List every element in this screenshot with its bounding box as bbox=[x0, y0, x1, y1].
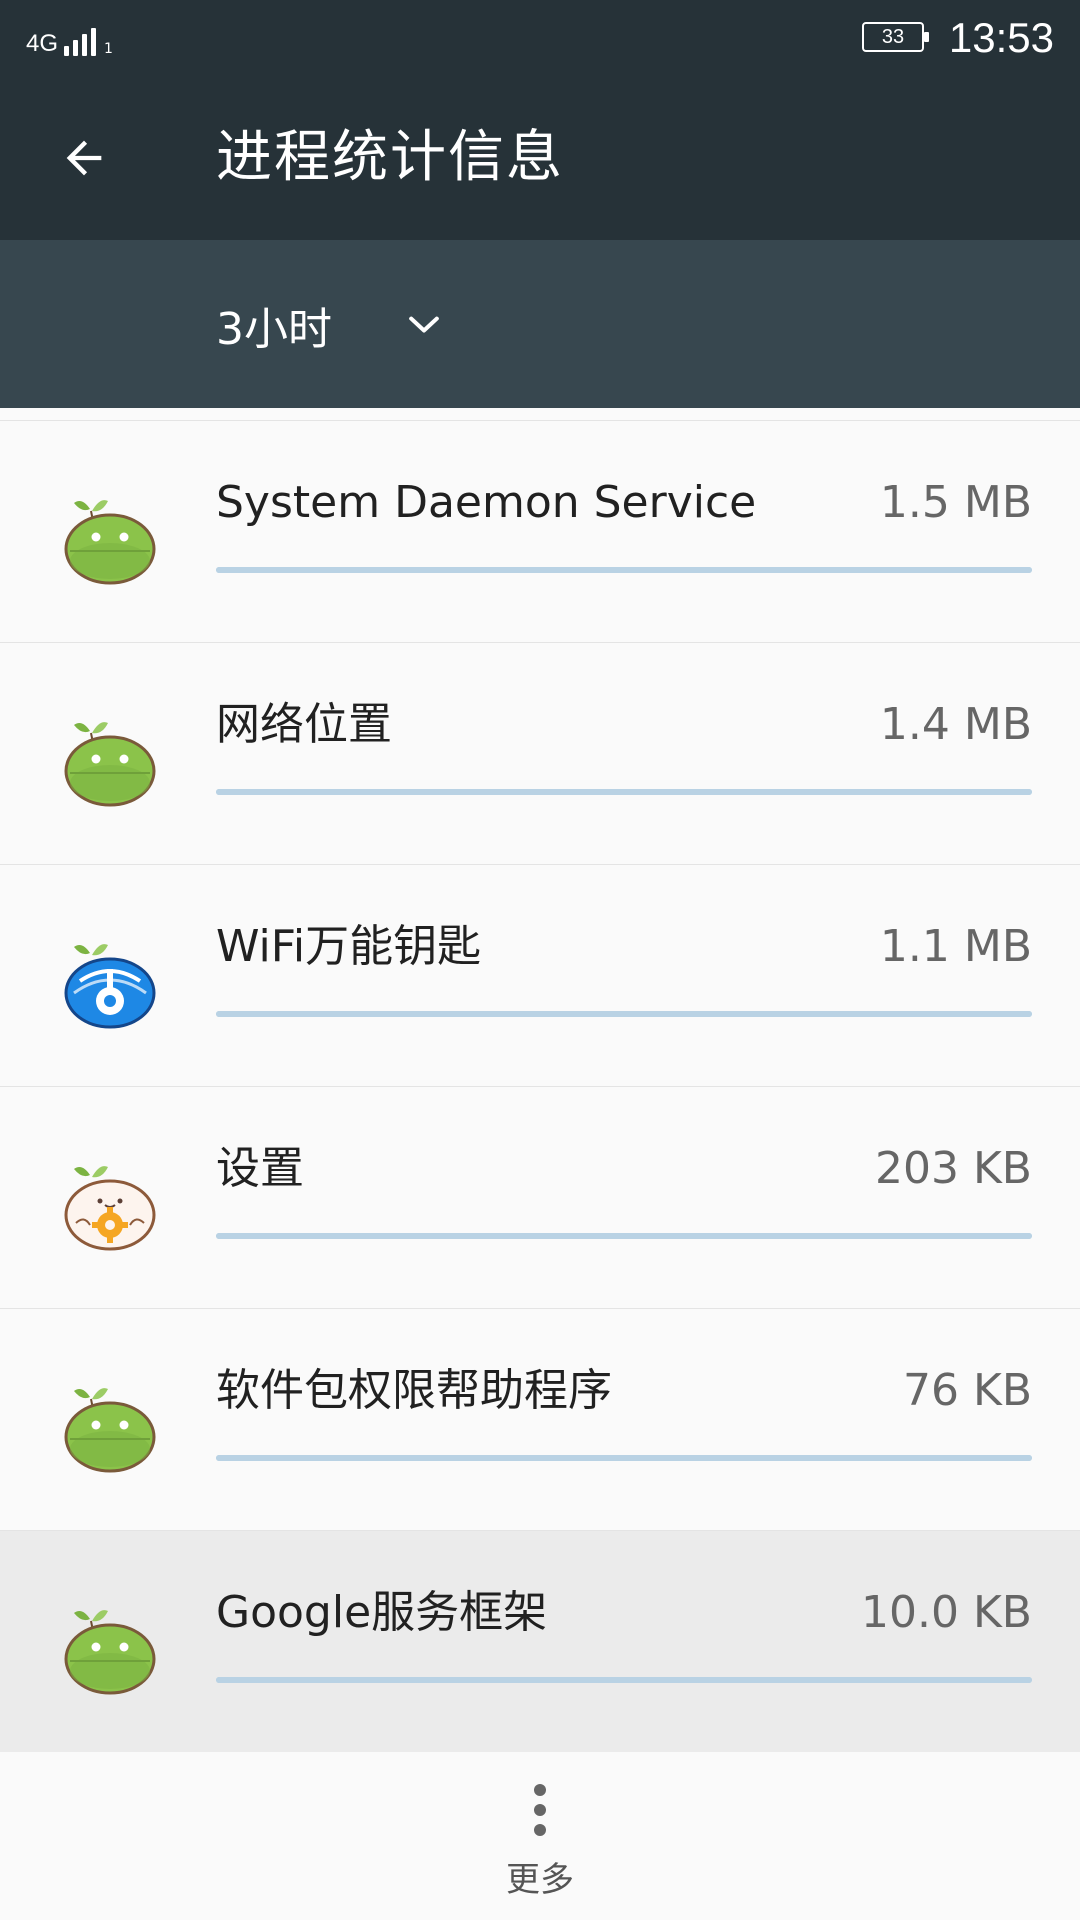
network-type-label: 4G bbox=[26, 30, 59, 57]
process-name: 设置 bbox=[216, 1143, 304, 1194]
signal-strength-icon bbox=[64, 26, 97, 56]
process-row[interactable]: Google服务框架 10.0 KB bbox=[0, 1531, 1080, 1753]
usage-bar bbox=[216, 789, 1032, 795]
duration-value: 3小时 bbox=[216, 304, 332, 355]
process-row[interactable]: WiFi万能钥匙 1.1 MB bbox=[0, 865, 1080, 1087]
sim-slot-label: 1 bbox=[104, 41, 113, 57]
screen: 4G 1 33 13:53 进程统计信息 3小时 System Daemon S… bbox=[0, 0, 1080, 1920]
chevron-down-icon bbox=[409, 316, 439, 333]
footer: 更多 bbox=[0, 1752, 1080, 1920]
process-row[interactable]: System Daemon Service 1.5 MB bbox=[0, 421, 1080, 643]
app-bar: 进程统计信息 bbox=[0, 78, 1080, 240]
duration-dropdown[interactable]: 3小时 bbox=[216, 280, 446, 370]
more-vertical-icon bbox=[534, 1784, 546, 1836]
more-button[interactable]: 更多 bbox=[480, 1782, 600, 1912]
usage-bar bbox=[216, 1011, 1032, 1017]
usage-bar-fill bbox=[216, 1455, 1032, 1461]
usage-bar bbox=[216, 1455, 1032, 1461]
network-indicator: 4G 1 bbox=[26, 20, 113, 56]
process-size: 76 KB bbox=[902, 1365, 1032, 1416]
process-list: System Daemon Service 1.5 MB 网络位置 1.4 MB WiF… bbox=[0, 420, 1080, 1753]
usage-bar bbox=[216, 567, 1032, 573]
settings-gear-icon bbox=[60, 1153, 160, 1253]
usage-bar bbox=[216, 1233, 1032, 1239]
clock: 13:53 bbox=[948, 14, 1054, 61]
page-title: 进程统计信息 bbox=[216, 125, 564, 190]
process-row[interactable]: 软件包权限帮助程序 76 KB bbox=[0, 1309, 1080, 1531]
process-size: 203 KB bbox=[874, 1143, 1032, 1194]
process-row[interactable]: 网络位置 1.4 MB bbox=[0, 643, 1080, 865]
battery-icon: 33 bbox=[862, 22, 929, 52]
process-name: WiFi万能钥匙 bbox=[216, 921, 482, 972]
usage-bar-fill bbox=[216, 1677, 1032, 1683]
wifi-key-icon bbox=[60, 931, 160, 1031]
process-name: Google服务框架 bbox=[216, 1587, 548, 1638]
filter-bar: 3小时 bbox=[0, 240, 1080, 408]
more-label: 更多 bbox=[506, 1860, 574, 1900]
process-size: 1.5 MB bbox=[879, 477, 1032, 528]
usage-bar-fill bbox=[216, 567, 1032, 573]
arrow-left-icon bbox=[66, 140, 102, 176]
process-size: 10.0 KB bbox=[861, 1587, 1032, 1638]
process-row[interactable]: 设置 203 KB bbox=[0, 1087, 1080, 1309]
usage-bar-fill bbox=[216, 789, 1032, 795]
android-green-icon bbox=[60, 1375, 160, 1475]
process-size: 1.1 MB bbox=[879, 921, 1032, 972]
status-bar: 4G 1 33 13:53 bbox=[0, 0, 1080, 78]
back-button[interactable] bbox=[44, 118, 124, 198]
process-name: 网络位置 bbox=[216, 699, 392, 750]
android-green-icon bbox=[60, 1597, 160, 1697]
usage-bar-fill bbox=[216, 1011, 1032, 1017]
android-green-icon bbox=[60, 709, 160, 809]
usage-bar bbox=[216, 1677, 1032, 1683]
android-green-icon bbox=[60, 487, 160, 587]
usage-bar-fill bbox=[216, 1233, 1032, 1239]
process-name: System Daemon Service bbox=[216, 477, 757, 528]
process-size: 1.4 MB bbox=[879, 699, 1032, 750]
process-name: 软件包权限帮助程序 bbox=[216, 1365, 612, 1416]
battery-level: 33 bbox=[881, 25, 905, 48]
